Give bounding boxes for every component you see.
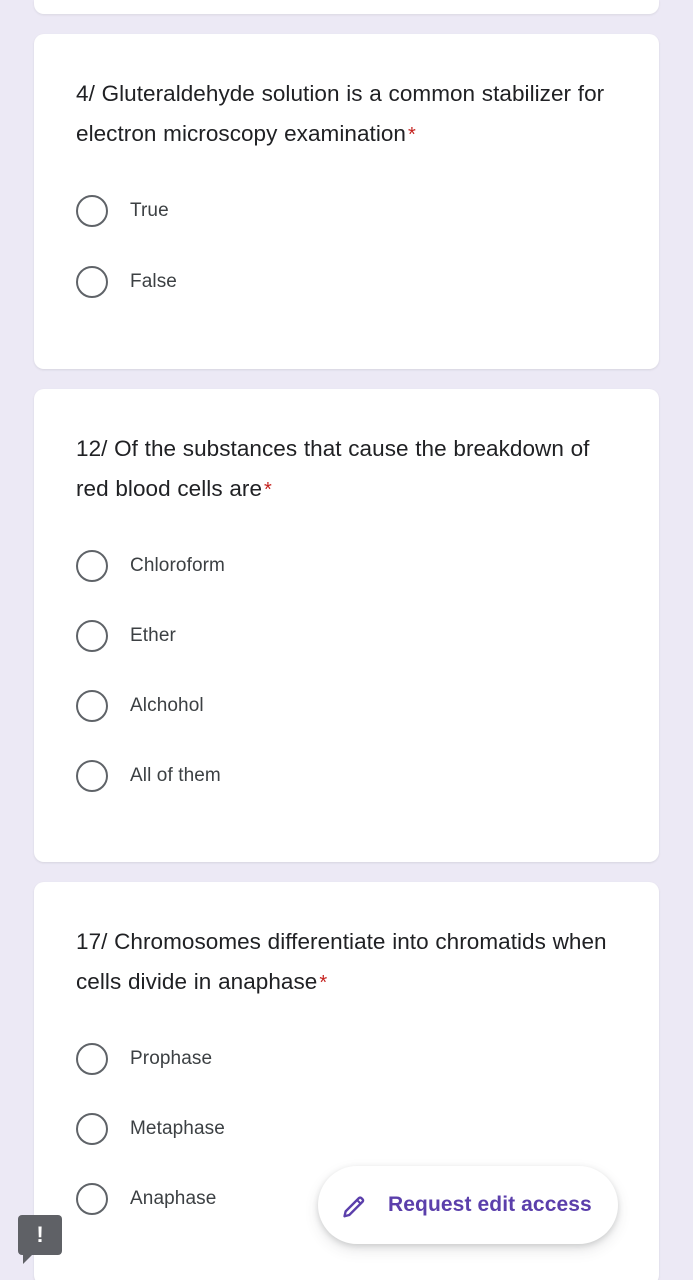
options-group: Chloroform Ether Alchohol All of them: [76, 548, 617, 794]
option-label: Prophase: [130, 1048, 213, 1069]
radio-button-icon[interactable]: [76, 690, 108, 722]
radio-button-icon[interactable]: [76, 760, 108, 792]
option-label: Metaphase: [130, 1118, 225, 1139]
question-title: 4/ Gluteraldehyde solution is a common s…: [76, 74, 617, 155]
question-card: 12/ Of the substances that cause the bre…: [34, 389, 659, 862]
option-label: Anaphase: [130, 1188, 217, 1209]
request-edit-access-button[interactable]: Request edit access: [318, 1166, 618, 1244]
option-row[interactable]: False: [76, 264, 617, 300]
option-row[interactable]: Alchohol: [76, 688, 617, 724]
feedback-exclamation-glyph: !: [36, 1222, 44, 1247]
request-edit-access-label: Request edit access: [388, 1193, 592, 1216]
question-title: 17/ Chromosomes differentiate into chrom…: [76, 922, 617, 1003]
option-label: True: [130, 200, 169, 221]
radio-button-icon[interactable]: [76, 266, 108, 298]
option-row[interactable]: All of them: [76, 758, 617, 794]
radio-button-icon[interactable]: [76, 195, 108, 227]
pencil-icon: [343, 1196, 365, 1218]
feedback-bubble-icon[interactable]: !: [18, 1215, 62, 1264]
radio-button-icon[interactable]: [76, 550, 108, 582]
option-label: Chloroform: [130, 555, 225, 576]
question-text: 17/ Chromosomes differentiate into chrom…: [76, 929, 607, 994]
option-row[interactable]: Metaphase: [76, 1111, 617, 1147]
options-group: True False: [76, 193, 617, 300]
question-text: 4/ Gluteraldehyde solution is a common s…: [76, 81, 605, 146]
required-asterisk: *: [264, 479, 272, 501]
radio-button-icon[interactable]: [76, 1043, 108, 1075]
form-scroll-area[interactable]: 4/ Gluteraldehyde solution is a common s…: [0, 0, 693, 1280]
option-label: Alchohol: [130, 695, 204, 716]
option-label: Ether: [130, 625, 176, 646]
question-card: 4/ Gluteraldehyde solution is a common s…: [34, 34, 659, 369]
radio-button-icon[interactable]: [76, 1183, 108, 1215]
option-label: All of them: [130, 765, 221, 786]
previous-question-card-partial: [34, 0, 659, 14]
option-row[interactable]: Chloroform: [76, 548, 617, 584]
required-asterisk: *: [319, 972, 328, 994]
question-title: 12/ Of the substances that cause the bre…: [76, 429, 617, 510]
option-row[interactable]: Prophase: [76, 1041, 617, 1077]
radio-button-icon[interactable]: [76, 1113, 108, 1145]
option-row[interactable]: True: [76, 193, 617, 229]
question-text: 12/ Of the substances that cause the bre…: [76, 436, 590, 501]
option-label: False: [130, 271, 177, 292]
required-asterisk: *: [408, 124, 416, 146]
option-row[interactable]: Ether: [76, 618, 617, 654]
radio-button-icon[interactable]: [76, 620, 108, 652]
